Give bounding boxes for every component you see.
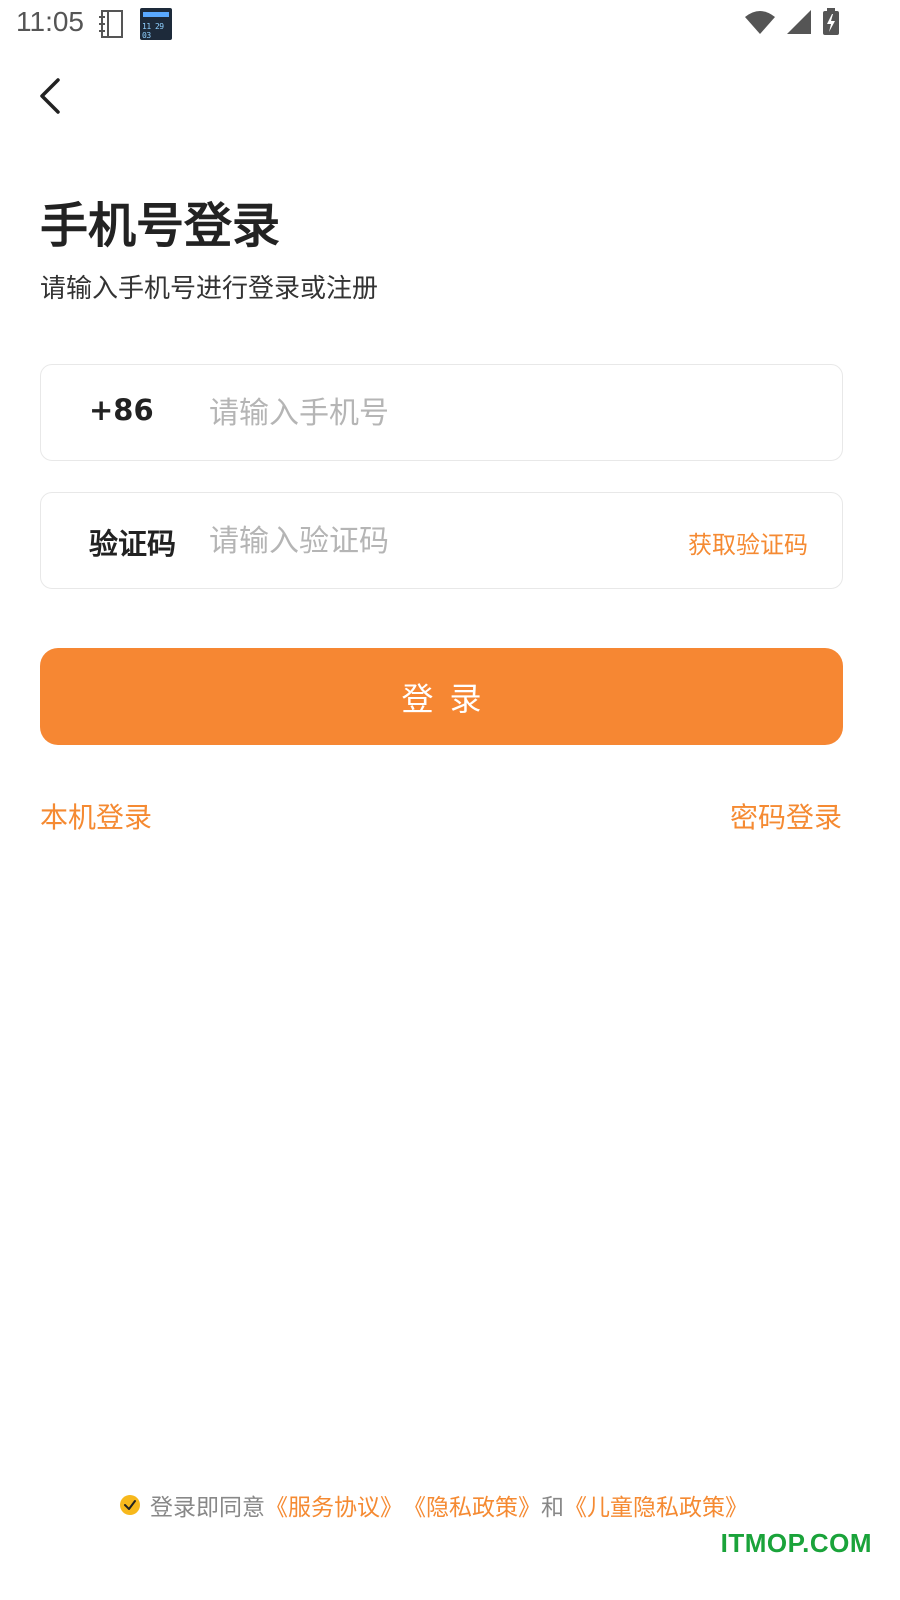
page-subtitle: 请输入手机号进行登录或注册: [40, 274, 379, 304]
battery-charging-icon: [822, 8, 840, 40]
page-title: 手机号登录: [40, 198, 281, 254]
wifi-icon: [744, 9, 776, 39]
back-button[interactable]: [28, 72, 76, 120]
status-bar: 11:05 11 29 03: [0, 0, 900, 48]
verification-code-field[interactable]: 验证码 获取验证码: [40, 492, 843, 589]
agreement-and: 和: [541, 1495, 564, 1521]
agreement-row: 登录即同意 《服务协议》 《隐私政策》 和 《儿童隐私政策》: [120, 1488, 748, 1522]
local-login-link[interactable]: 本机登录: [40, 796, 152, 836]
password-login-link[interactable]: 密码登录: [730, 796, 842, 836]
notebook-icon: [98, 9, 126, 39]
agreement-check-icon[interactable]: [120, 1495, 140, 1515]
agreement-prefix: 登录即同意: [150, 1495, 265, 1521]
clock-app-digits: 11 29 03: [142, 22, 164, 40]
status-indicators: [744, 8, 840, 40]
status-time: 11:05: [16, 6, 84, 37]
service-agreement-link[interactable]: 《服务协议》: [265, 1488, 403, 1522]
chevron-left-icon: [28, 78, 76, 124]
children-privacy-link[interactable]: 《儿童隐私政策》: [564, 1488, 748, 1522]
phone-field[interactable]: +86: [40, 364, 843, 461]
login-page: 11:05 11 29 03 手机号登录 请输入手机号进行登录或注册 +86 请…: [0, 0, 900, 1600]
signal-icon: [786, 9, 812, 39]
verification-code-label: 验证码: [89, 527, 177, 561]
login-button[interactable]: 登录: [40, 648, 843, 745]
clock-app-icon: 11 29 03: [140, 8, 172, 40]
privacy-policy-link[interactable]: 《隐私政策》: [403, 1488, 541, 1522]
watermark: ITMOP.COM: [720, 1528, 872, 1558]
country-code-label: +86: [89, 393, 154, 427]
phone-input[interactable]: [209, 385, 649, 441]
verification-code-input[interactable]: [209, 513, 649, 569]
get-code-button[interactable]: 获取验证码: [688, 525, 808, 560]
